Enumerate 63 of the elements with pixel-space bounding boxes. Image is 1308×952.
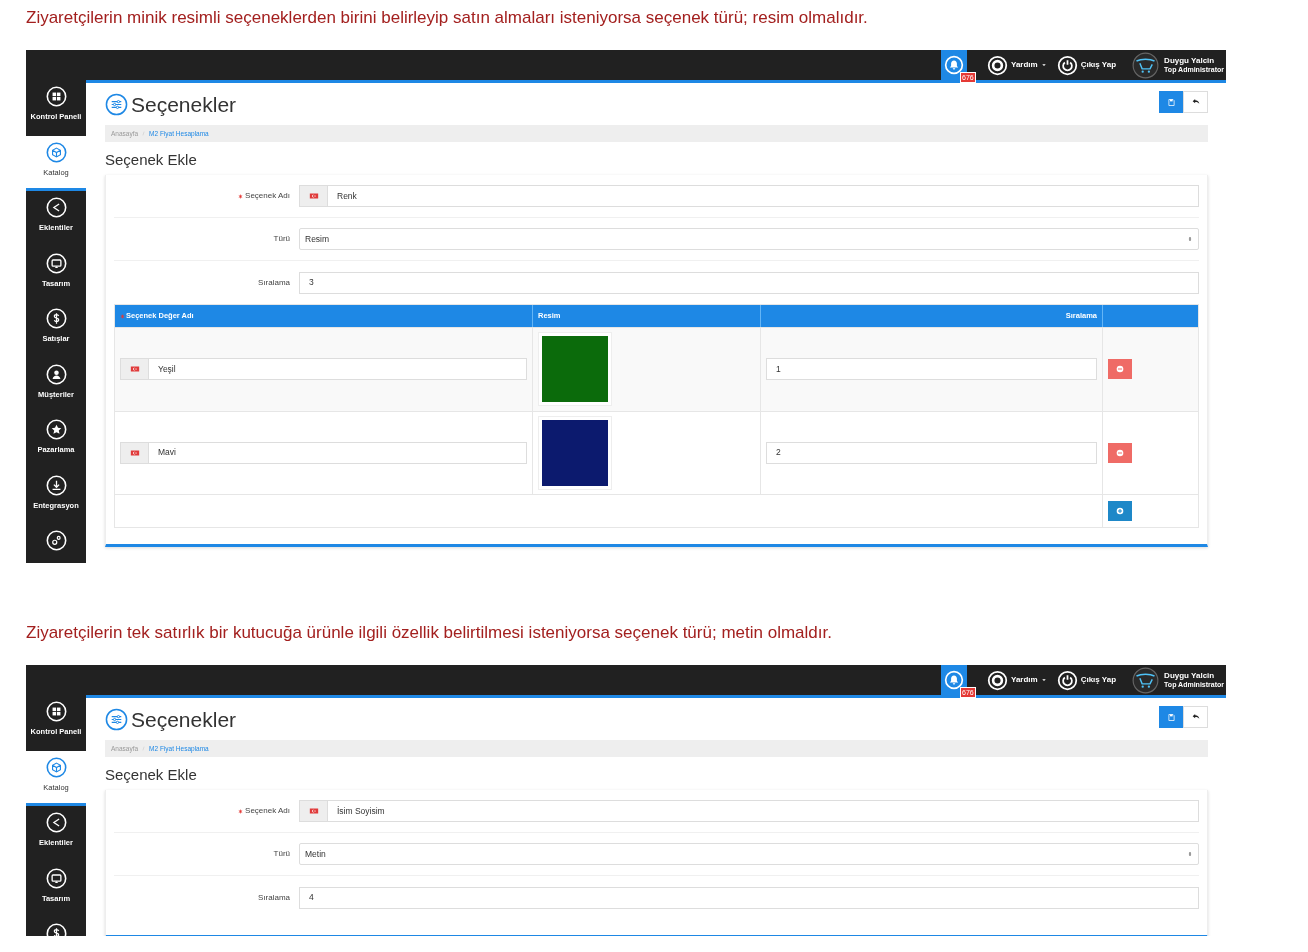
minus-circle-icon (1116, 365, 1124, 374)
section-title: Seçenek Ekle (105, 764, 198, 785)
monitor-icon (45, 252, 67, 274)
share-icon (45, 197, 67, 218)
monitor-icon (45, 867, 67, 889)
cube-icon (45, 141, 67, 163)
order-input[interactable]: 2 (766, 441, 1097, 464)
value-name-input[interactable]: Mavi (120, 441, 527, 464)
save-button[interactable] (1159, 91, 1183, 113)
user-name: Duygu Yalcin (1164, 56, 1216, 65)
type-select[interactable]: Resim (299, 228, 1199, 250)
section-title: Seçenek Ekle (105, 149, 198, 170)
name-input[interactable]: İsim Soyisim (299, 800, 1199, 822)
back-button[interactable] (1183, 706, 1208, 728)
field-label: Seçenek Adı (245, 190, 290, 202)
remove-button[interactable] (1108, 359, 1132, 380)
sliders-icon (105, 92, 128, 116)
caption-text: Ziyaretçilerin minik resimli seçeneklerden birini belirleyip satın almaları isteniyorsa seçenek türü; resim olmalıdır. (26, 7, 869, 29)
field-label: Türü (273, 848, 290, 860)
grid-icon (45, 701, 67, 722)
page-title: Seçenekler (131, 93, 237, 115)
dollar-icon (45, 308, 67, 329)
lifebuoy-icon (987, 669, 1008, 691)
page-title: Seçenekler (131, 708, 237, 730)
download-icon (45, 474, 67, 496)
grid-icon (45, 86, 67, 107)
minus-circle-icon (1116, 448, 1124, 457)
value-name-input[interactable]: Yeşil (120, 358, 527, 381)
caption-text: Ziyaretçilerin tek satırlık bir kutucuğa ürünle ilgili özellik belirtilmesi isteniyorsa seçenek türü; metin olmaldır. (26, 622, 833, 644)
field-label: Türü (273, 233, 290, 245)
bell-icon (944, 55, 964, 75)
back-button[interactable] (1183, 91, 1208, 113)
user-name: Duygu Yalcin (1164, 671, 1216, 680)
cube-icon (45, 756, 67, 778)
sliders-icon (105, 707, 128, 731)
name-input[interactable]: Renk (299, 185, 1199, 207)
flag-icon (128, 364, 141, 375)
add-button[interactable] (1108, 501, 1132, 521)
help-menu[interactable]: Yardım (987, 665, 1047, 695)
share-icon (45, 812, 67, 833)
caret-icon (1040, 677, 1047, 683)
type-select[interactable]: Metin (299, 843, 1199, 865)
caret-icon (1040, 62, 1047, 68)
order-input[interactable]: 3 (299, 271, 1199, 294)
save-button[interactable] (1159, 706, 1183, 728)
user-icon (45, 363, 67, 385)
help-menu[interactable]: Yardım (987, 50, 1047, 80)
flag-icon (307, 806, 320, 816)
order-input[interactable]: 1 (766, 358, 1097, 381)
remove-button[interactable] (1108, 442, 1132, 463)
gears-icon (45, 530, 67, 551)
power-icon (1056, 669, 1078, 691)
lifebuoy-icon (987, 54, 1008, 76)
logout-button[interactable]: Çıkış Yap (1056, 50, 1117, 80)
plus-circle-icon (1116, 507, 1124, 515)
flag-icon (307, 191, 320, 201)
field-label: Seçenek Adı (245, 805, 290, 817)
field-label: Sıralama (258, 276, 290, 289)
logout-button[interactable]: Çıkış Yap (1056, 665, 1117, 695)
order-input[interactable]: 4 (299, 886, 1199, 909)
bell-icon (944, 670, 964, 690)
power-icon (1056, 54, 1078, 76)
field-label: Sıralama (258, 891, 290, 904)
